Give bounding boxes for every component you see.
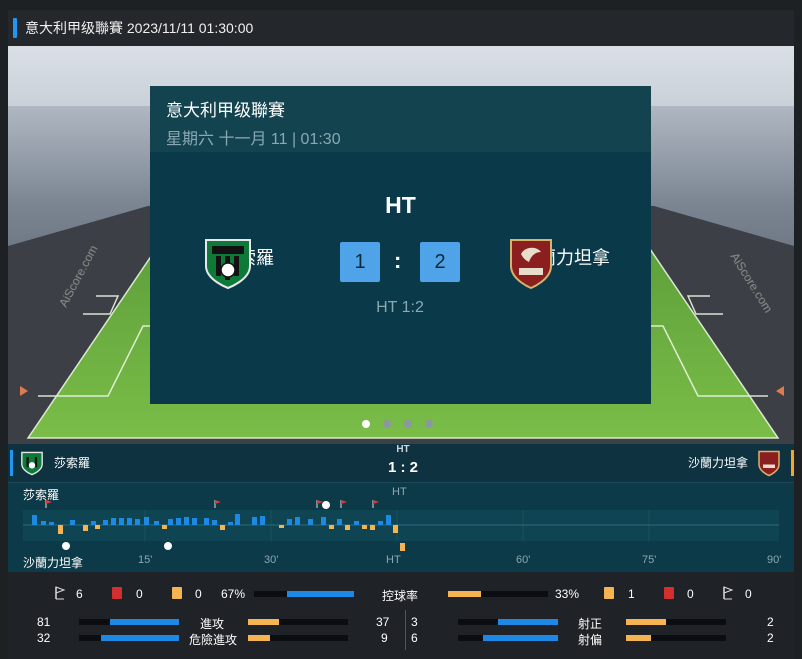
home-corners: 6 [76, 587, 83, 601]
corner-flag-icon [55, 586, 66, 600]
away-possession-fill [448, 591, 481, 597]
home-possession-fill [287, 591, 354, 597]
attacks-label: 進攻 [200, 617, 225, 631]
home-red-cards: 0 [136, 587, 143, 601]
home-team[interactable]: 莎索羅 [202, 236, 292, 290]
dangerous-attacks-label: 危險進攻 [189, 633, 238, 647]
timeline-header: 莎索羅 HT 1 : 2 沙蘭力坦拿 [8, 444, 794, 483]
match-stats: 6 0 0 67% 控球率 33% 1 0 0 81 進攻 37 32 危險進攻… [8, 572, 794, 659]
match-header: 意大利甲级聯賽 2023/11/11 01:30:00 [8, 10, 794, 46]
home-color-bar [10, 450, 13, 476]
attacks-home: 81 [37, 615, 51, 629]
match-status: HT [385, 192, 416, 218]
salernitana-small-crest-icon [758, 450, 780, 477]
red-card-icon-away [664, 587, 674, 599]
dangerous-attacks-away: 9 [381, 631, 388, 645]
attacks-home-bar [79, 619, 179, 625]
card-league: 意大利甲级聯賽 [166, 101, 285, 120]
carousel-dots [362, 420, 433, 428]
shots-on-home-bar [458, 619, 558, 625]
away-possession: 33% [555, 587, 580, 601]
shots-off-label: 射偏 [578, 633, 603, 647]
header-title: 意大利甲级聯賽 2023/11/11 01:30:00 [25, 20, 254, 36]
shots-on-label: 射正 [578, 617, 603, 631]
momentum-chart [23, 500, 779, 551]
timeline-home-name: 莎索羅 [54, 456, 91, 470]
carousel-dot-4[interactable] [425, 420, 433, 428]
shots-on-home: 3 [411, 615, 418, 629]
tick-30: 30' [264, 554, 279, 566]
carousel-dot-3[interactable] [404, 420, 412, 428]
timeline-away-name: 沙蘭力坦拿 [687, 456, 748, 470]
tick-75: 75' [642, 554, 657, 566]
tick-90: 90' [767, 554, 782, 566]
home-yellow-cards: 0 [195, 587, 202, 601]
pitch-area: AiScore.com AiScore.com 意大利甲级聯賽 星期六 十一月 … [8, 46, 794, 444]
home-score: 1 [340, 242, 380, 282]
away-team[interactable]: 沙蘭力坦拿 [505, 236, 625, 290]
sassuolo-crest-icon [205, 239, 251, 290]
header-accent-bar [13, 18, 17, 38]
tick-60: 60' [516, 554, 531, 566]
score-separator: : [394, 248, 402, 273]
away-corners: 0 [745, 587, 752, 601]
match-timeline: 莎索羅 HT 1 : 2 沙蘭力坦拿 莎索羅 HT 沙蘭力坦拿 15' 30' … [8, 444, 794, 572]
attacks-away: 37 [376, 615, 390, 629]
timeline-score: 1 : 2 [387, 459, 418, 476]
home-possession-bar [254, 591, 354, 597]
shots-off-home: 6 [411, 631, 418, 645]
card-datetime: 星期六 十一月 11 | 01:30 [166, 131, 341, 148]
possession-label: 控球率 [382, 589, 419, 603]
carousel-dot-1[interactable] [362, 420, 370, 428]
tick-15: 15' [138, 554, 153, 566]
tick-ht: HT [386, 554, 401, 566]
attacks-away-bar [248, 619, 348, 625]
match-card: 意大利甲级聯賽 星期六 十一月 11 | 01:30 HT 莎索羅 1 : 2 … [150, 86, 651, 404]
shots-on-away-bar [626, 619, 726, 625]
card-header: 意大利甲级聯賽 星期六 十一月 11 | 01:30 [150, 86, 651, 152]
timeline-away-label: 沙蘭力坦拿 [23, 556, 84, 570]
shots-off-away: 2 [767, 631, 774, 645]
yellow-card-icon-away [604, 587, 614, 599]
corner-flag-icon-away [723, 586, 734, 600]
sassuolo-small-crest-icon [21, 451, 43, 476]
away-color-bar [791, 450, 794, 476]
dangerous-attacks-home-bar [79, 635, 179, 641]
shots-on-away: 2 [767, 615, 774, 629]
timeline-status: HT [396, 444, 410, 455]
carousel-dot-2[interactable] [383, 420, 391, 428]
shots-off-away-bar [626, 635, 726, 641]
shots-off-home-bar [458, 635, 558, 641]
away-red-cards: 0 [687, 587, 694, 601]
red-card-icon [112, 587, 122, 599]
yellow-card-icon [172, 587, 182, 599]
away-yellow-cards: 1 [628, 587, 635, 601]
dangerous-attacks-away-bar [248, 635, 348, 641]
salernitana-crest-icon [510, 239, 552, 290]
away-score: 2 [420, 242, 460, 282]
dangerous-attacks-home: 32 [37, 631, 51, 645]
half-time-score: HT 1:2 [376, 299, 424, 316]
stats-divider [405, 610, 406, 650]
away-possession-bar [448, 591, 548, 597]
home-possession: 67% [221, 587, 246, 601]
